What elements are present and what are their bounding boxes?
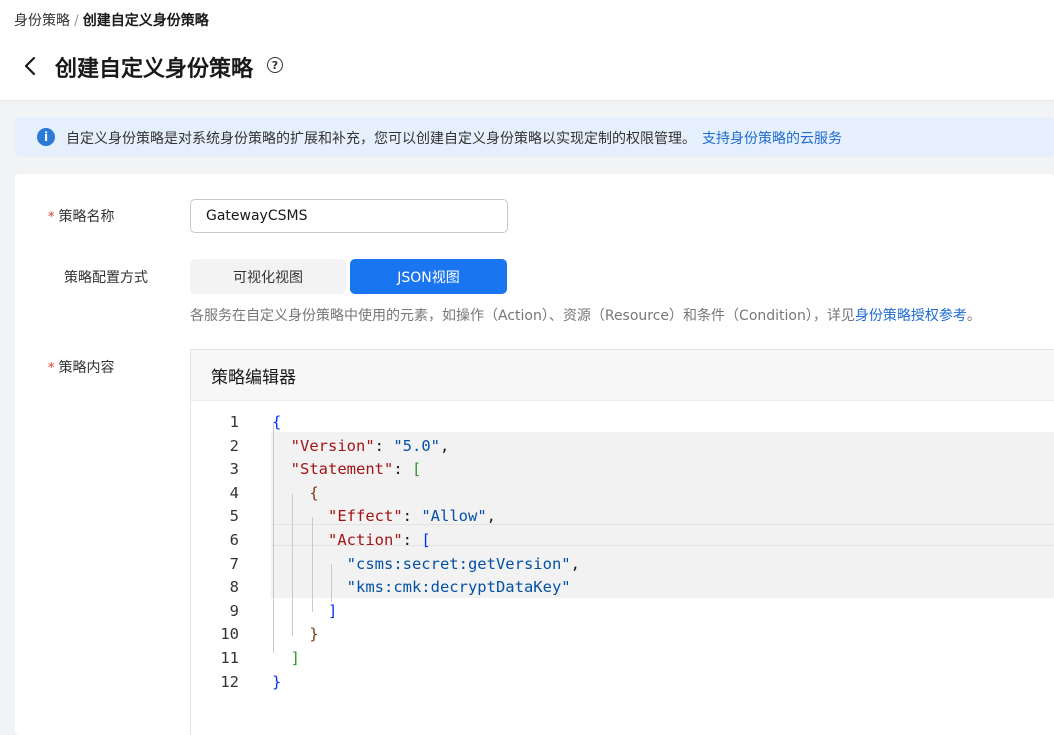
required-mark: * [48, 361, 55, 376]
code-text: "csms:secret:getVersion", [346, 554, 580, 573]
line-number: 4 [229, 483, 239, 502]
code-text: "Action": [ [328, 531, 431, 549]
code-text: "kms:cmk:decryptDataKey" [346, 578, 571, 597]
line-number: 10 [220, 625, 239, 644]
page-header: 身份策略 / 创建自定义身份策略 创建自定义身份策略 ? [0, 0, 1054, 101]
code-line[interactable]: 7 "csms:secret:getVersion", [191, 552, 1054, 576]
hint-end: 。 [966, 308, 981, 324]
line-number: 7 [229, 554, 239, 573]
back-button[interactable] [18, 52, 42, 80]
code-line[interactable]: 12} [191, 670, 1054, 694]
info-banner: i 自定义身份策略是对系统身份策略的扩展和补充，您可以创建自定义身份策略以实现定… [15, 117, 1054, 157]
code-text: { [272, 413, 282, 431]
code-text: } [272, 672, 282, 691]
policy-content-label-text: 策略内容 [58, 360, 115, 376]
form-card: *策略名称 策略配置方式 可视化视图 JSON视图 各服务在自定义身份策略中使用… [15, 174, 1054, 735]
banner-text: 自定义身份策略是对系统身份策略的扩展和补充，您可以创建自定义身份策略以实现定制的… [66, 131, 696, 147]
hint-body: 各服务在自定义身份策略中使用的元素，如操作（Action）、资源（Resourc… [190, 308, 855, 324]
visual-view-tab[interactable]: 可视化视图 [190, 259, 346, 294]
code-line[interactable]: 1{ [191, 410, 1054, 434]
page-title: 创建自定义身份策略 [55, 57, 254, 82]
code-line[interactable]: 2 "Version": "5.0", [191, 434, 1054, 458]
code-text: "Statement": [ [290, 460, 422, 479]
code-line[interactable]: 9 ] [191, 599, 1054, 623]
config-mode-label: 策略配置方式 [64, 270, 148, 286]
code-line[interactable]: 6 "Action": [ [191, 528, 1054, 552]
policy-content-label: * 策略内容 [48, 357, 115, 377]
line-number: 6 [229, 531, 239, 549]
line-number: 5 [229, 507, 239, 526]
hint-text: 各服务在自定义身份策略中使用的元素，如操作（Action）、资源（Resourc… [190, 305, 981, 325]
line-number: 3 [229, 460, 239, 479]
code-text: { [309, 483, 319, 502]
required-mark: * [48, 210, 55, 225]
banner-link[interactable]: 支持身份策略的云服务 [702, 131, 842, 147]
code-line[interactable]: 11 ] [191, 646, 1054, 670]
hint-link[interactable]: 身份策略授权参考 [855, 308, 967, 324]
editor-title: 策略编辑器 [191, 350, 1054, 401]
code-text: } [309, 625, 319, 644]
chevron-left-icon [24, 56, 36, 76]
policy-name-label: * 策略名称 [48, 206, 115, 226]
code-text: "Version": "5.0", [290, 436, 450, 455]
line-number: 8 [229, 578, 239, 597]
code-text: ] [290, 649, 301, 667]
code-line[interactable]: 5 "Effect": "Allow", [191, 504, 1054, 528]
line-number: 1 [229, 413, 239, 431]
line-number: 9 [229, 601, 239, 620]
code-line[interactable]: 4 { [191, 481, 1054, 505]
help-icon[interactable]: ? [267, 57, 283, 73]
banner-text-wrap: 自定义身份策略是对系统身份策略的扩展和补充，您可以创建自定义身份策略以实现定制的… [66, 128, 842, 148]
line-number: 2 [229, 436, 239, 455]
code-line[interactable]: 10 } [191, 622, 1054, 646]
json-view-tab[interactable]: JSON视图 [350, 259, 507, 294]
info-icon: i [37, 128, 55, 146]
policy-editor[interactable]: 策略编辑器 1{2 "Version": "5.0", 3 "Statement"… [190, 349, 1054, 735]
line-number: 11 [220, 649, 239, 667]
code-text: "Effect": "Allow", [328, 507, 496, 526]
breadcrumb: 身份策略 / 创建自定义身份策略 [14, 10, 209, 30]
line-number: 12 [220, 672, 239, 691]
breadcrumb-parent[interactable]: 身份策略 [14, 13, 70, 29]
code-text: ] [328, 601, 338, 620]
breadcrumb-separator: / [74, 13, 79, 29]
breadcrumb-current: 创建自定义身份策略 [82, 13, 209, 29]
code-line[interactable]: 3 "Statement": [ [191, 457, 1054, 481]
code-line[interactable]: 8 "kms:cmk:decryptDataKey" [191, 575, 1054, 599]
policy-name-input[interactable] [190, 199, 508, 233]
policy-name-label-text: 策略名称 [58, 209, 115, 225]
